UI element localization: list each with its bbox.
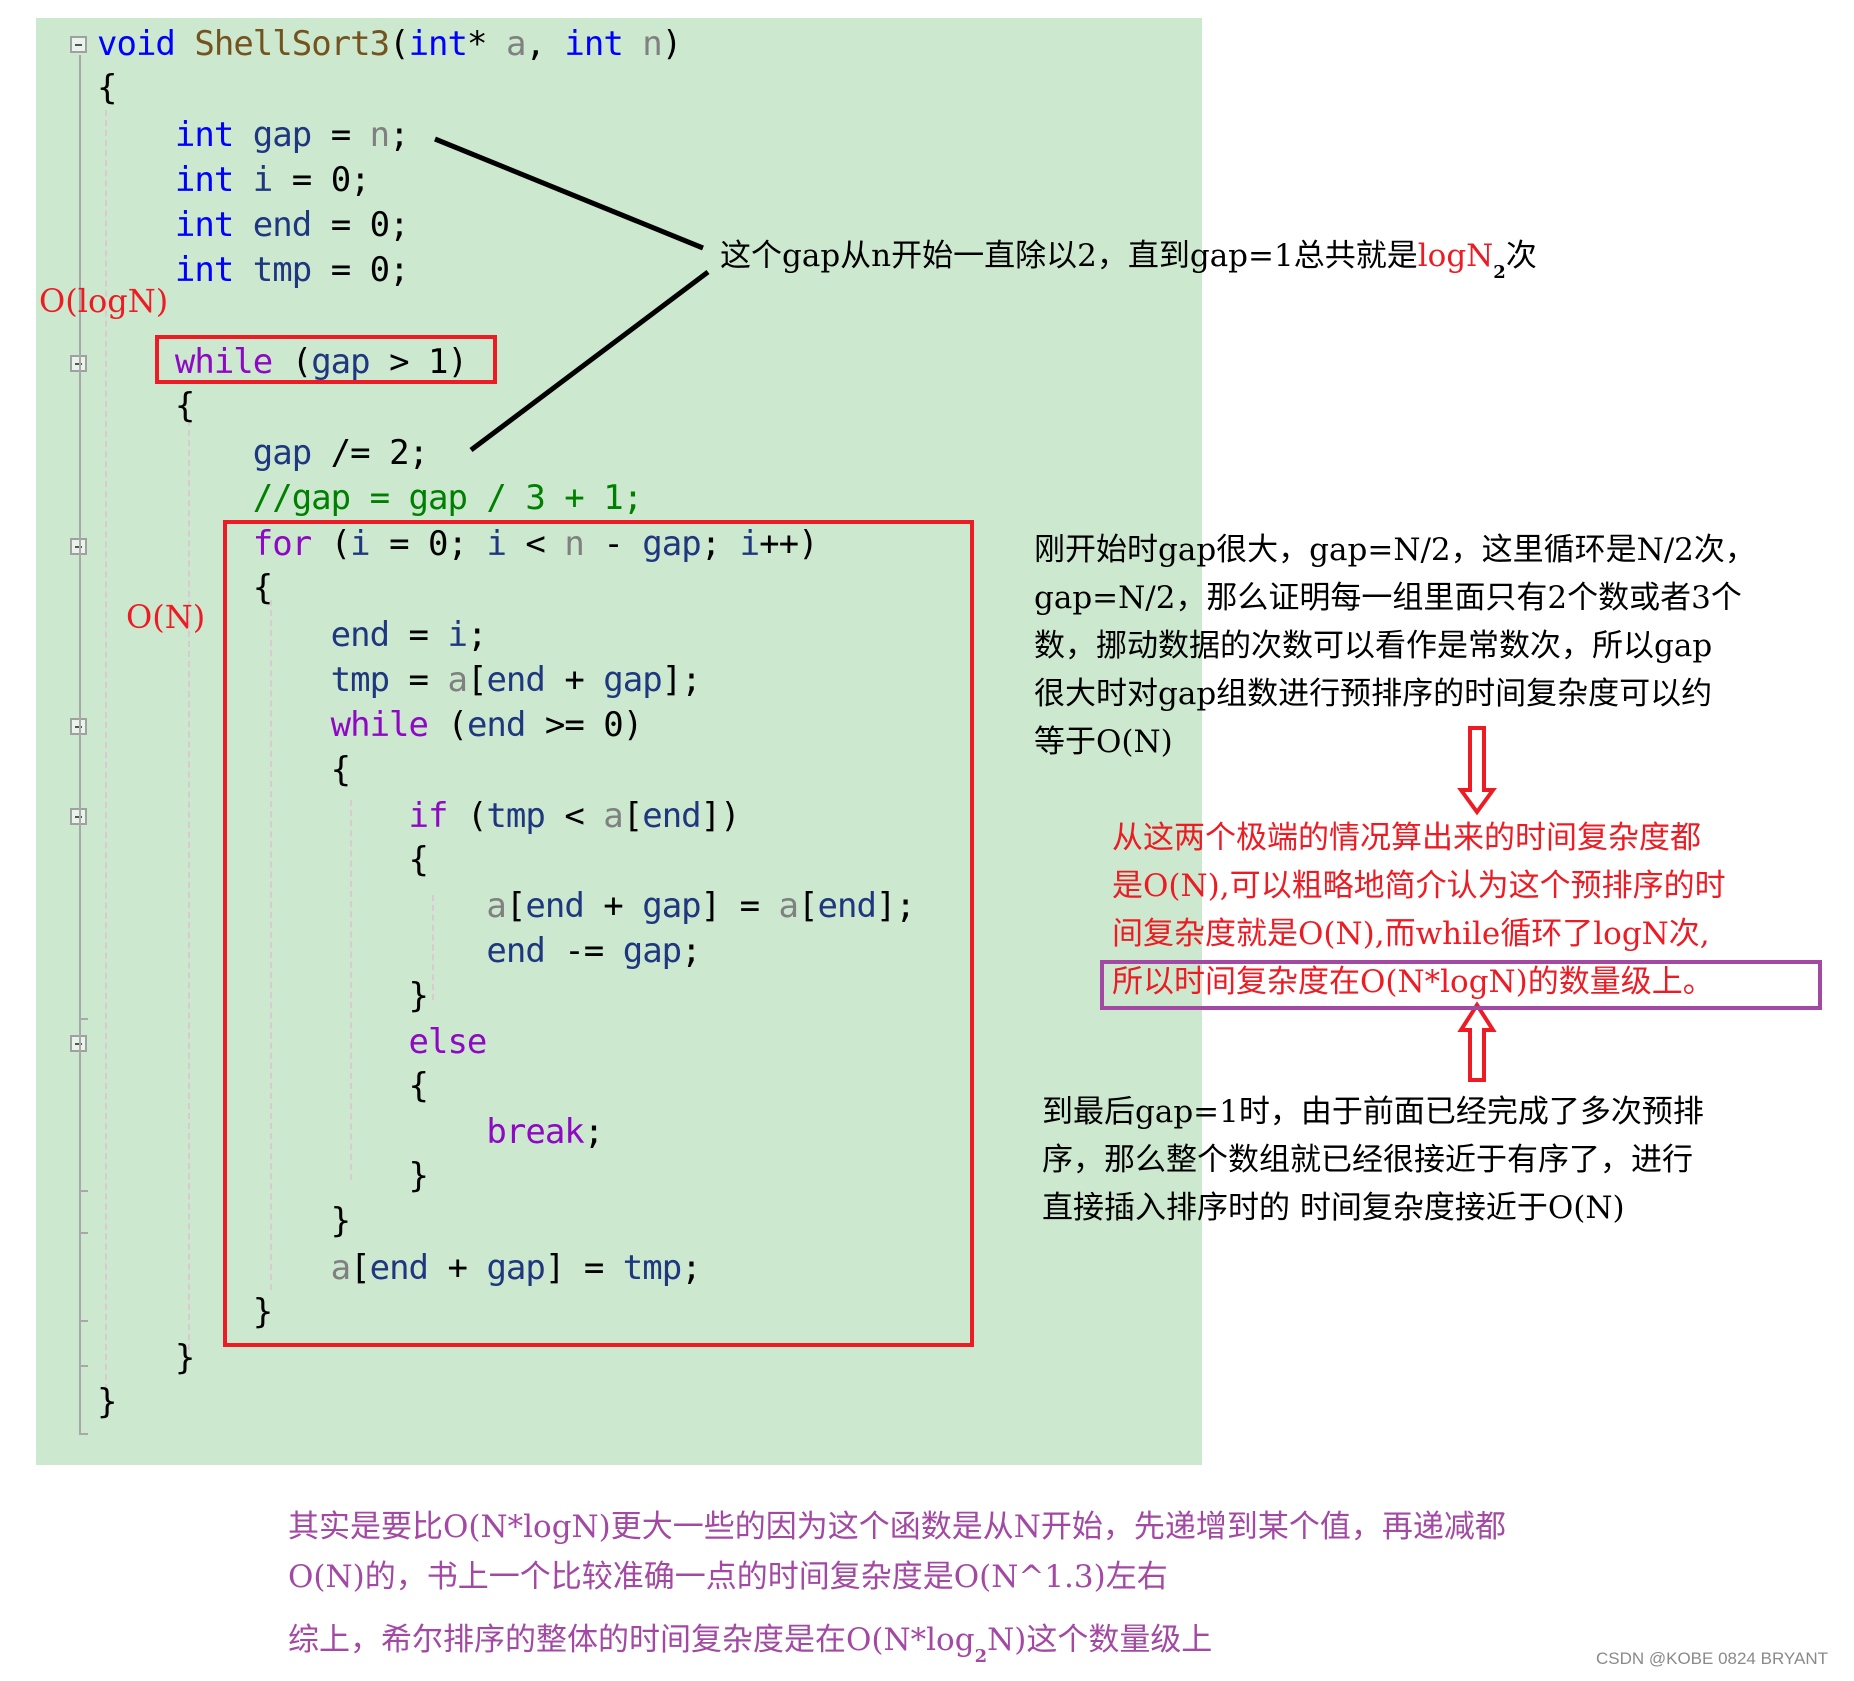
large-gap-note-line: 很大时对gap组数进行预排序的时间复杂度可以约 <box>1034 676 1713 712</box>
large-gap-note-line: 数，挪动数据的次数可以看作是常数次，所以gap <box>1034 628 1713 664</box>
conclusion-highlight-box <box>1100 960 1822 1010</box>
small-gap-note-line: 序，那么整个数组就已经很接近于有序了，进行 <box>1042 1142 1693 1178</box>
connector-line-gap-divide <box>469 270 710 452</box>
small-gap-note-line: 到最后gap=1时，由于前面已经完成了多次预排 <box>1042 1094 1704 1130</box>
summary-note-log-base: 2 <box>974 1646 988 1667</box>
large-gap-note: 刚开始时gap很大，gap=N/2，这里循环是N/2次， gap=N/2，那么证… <box>1034 526 1756 766</box>
summary-note-text: 综上，希尔排序的整体的时间复杂度是在O(N*log <box>288 1622 975 1658</box>
bottom-note-line: 其实是要比O(N*logN)更大一些的因为这个函数是从N开始，先递增到某个值，再… <box>288 1509 1506 1545</box>
conclusion-note-line: 从这两个极端的情况算出来的时间复杂度都 <box>1112 820 1701 856</box>
small-gap-note-line: 直接插入排序时的 时间复杂度接近于O(N) <box>1042 1190 1625 1226</box>
summary-note-suffix: N)这个数量级上 <box>987 1622 1213 1658</box>
gap-note-text: 这个gap从n开始一直除以2，直到gap=1总共就是 <box>720 238 1418 274</box>
large-gap-note-line: 刚开始时gap很大，gap=N/2，这里循环是N/2次， <box>1034 532 1756 568</box>
large-gap-note-line: gap=N/2，那么证明每一组里面只有2个数或者3个 <box>1034 580 1742 616</box>
watermark: CSDN @KOBE 0824 BRYANT <box>1595 1649 1828 1668</box>
bottom-note: 其实是要比O(N*logN)更大一些的因为这个函数是从N开始，先递增到某个值，再… <box>288 1502 1506 1602</box>
gap-note-log: logN <box>1417 238 1494 274</box>
gap-note-log-base: 2 <box>1493 262 1506 283</box>
bottom-note-line: O(N)的，书上一个比较准确一点的时间复杂度是O(N^1.3)左右 <box>288 1559 1168 1595</box>
large-gap-note-line: 等于O(N) <box>1034 724 1173 760</box>
gap-iterations-note: 这个gap从n开始一直除以2，直到gap=1总共就是logN2次 <box>720 232 1537 297</box>
up-arrow-icon <box>1457 1001 1497 1082</box>
small-gap-note: 到最后gap=1时，由于前面已经完成了多次预排 序，那么整个数组就已经很接近于有… <box>1042 1088 1704 1232</box>
conclusion-note-line: 是O(N),可以粗略地简介认为这个预排序的时 <box>1112 868 1726 904</box>
gap-note-suffix: 次 <box>1505 238 1537 274</box>
summary-note: 综上，希尔排序的整体的时间复杂度是在O(N*log2N)这个数量级上 <box>288 1616 1212 1681</box>
connector-line-gap-init <box>434 136 704 251</box>
conclusion-note-line: 间复杂度就是O(N),而while循环了logN次, <box>1112 916 1710 952</box>
